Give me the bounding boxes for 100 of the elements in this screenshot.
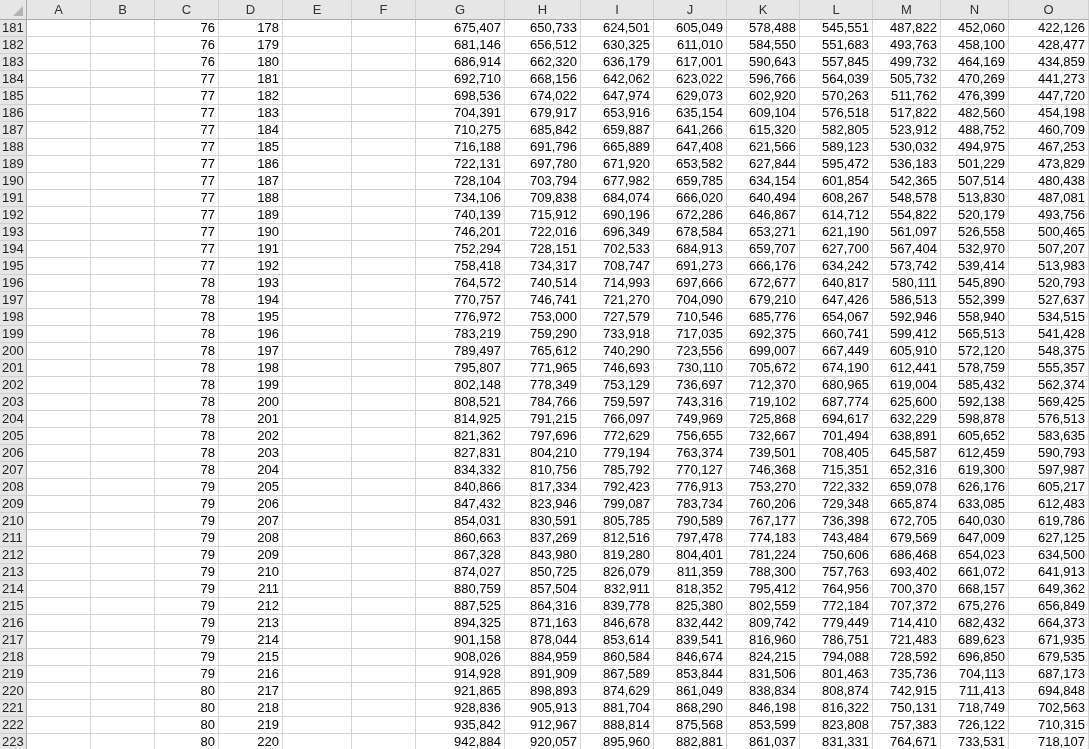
table-cell: 586,513: [873, 292, 941, 309]
table-cell: 861,037: [727, 734, 800, 749]
row-header[interactable]: 204: [0, 411, 27, 428]
row-header[interactable]: 212: [0, 547, 27, 564]
column-header[interactable]: J: [654, 0, 727, 20]
table-cell: 647,974: [581, 88, 654, 105]
row-header[interactable]: 223: [0, 734, 27, 749]
table-cell: 633,085: [941, 496, 1009, 513]
column-header[interactable]: D: [219, 0, 283, 20]
row-header[interactable]: 189: [0, 156, 27, 173]
table-cell: 647,009: [941, 530, 1009, 547]
row-header[interactable]: 205: [0, 428, 27, 445]
row-header[interactable]: 187: [0, 122, 27, 139]
table-cell: 684,074: [581, 190, 654, 207]
column-header[interactable]: C: [155, 0, 219, 20]
row-header[interactable]: 218: [0, 649, 27, 666]
table-cell: 641,266: [654, 122, 727, 139]
table-cell: 656,512: [505, 37, 581, 54]
table-cell: 493,756: [1009, 207, 1089, 224]
table-cell: 647,426: [800, 292, 873, 309]
table-cell: 733,918: [581, 326, 654, 343]
row-header[interactable]: 210: [0, 513, 27, 530]
row-header[interactable]: 190: [0, 173, 27, 190]
empty-cell: [91, 530, 155, 547]
column-header[interactable]: L: [800, 0, 873, 20]
row-header[interactable]: 194: [0, 241, 27, 258]
row-header[interactable]: 195: [0, 258, 27, 275]
row-header[interactable]: 221: [0, 700, 27, 717]
table-cell: 795,807: [416, 360, 505, 377]
row-header[interactable]: 213: [0, 564, 27, 581]
row-header[interactable]: 202: [0, 377, 27, 394]
empty-cell: [283, 360, 352, 377]
table-cell: 874,629: [581, 683, 654, 700]
column-header[interactable]: I: [581, 0, 654, 20]
row-header[interactable]: 191: [0, 190, 27, 207]
column-header[interactable]: H: [505, 0, 581, 20]
row-header[interactable]: 193: [0, 224, 27, 241]
row-header[interactable]: 183: [0, 54, 27, 71]
column-header[interactable]: O: [1009, 0, 1089, 20]
row-header[interactable]: 219: [0, 666, 27, 683]
row-header[interactable]: 184: [0, 71, 27, 88]
table-cell: 647,408: [654, 139, 727, 156]
table-cell: 719,102: [727, 394, 800, 411]
row-header[interactable]: 214: [0, 581, 27, 598]
column-header[interactable]: K: [727, 0, 800, 20]
row-header[interactable]: 198: [0, 309, 27, 326]
table-cell: 920,057: [505, 734, 581, 749]
table-cell: 650,733: [505, 20, 581, 37]
table-cell: 612,441: [873, 360, 941, 377]
table-cell: 460,709: [1009, 122, 1089, 139]
table-cell: 742,915: [873, 683, 941, 700]
column-header[interactable]: G: [416, 0, 505, 20]
table-cell: 635,154: [654, 105, 727, 122]
row-header[interactable]: 200: [0, 343, 27, 360]
row-header[interactable]: 196: [0, 275, 27, 292]
table-cell: 728,151: [505, 241, 581, 258]
row-header[interactable]: 209: [0, 496, 27, 513]
table-cell: 664,373: [1009, 615, 1089, 632]
row-header[interactable]: 192: [0, 207, 27, 224]
column-header[interactable]: E: [283, 0, 352, 20]
column-header[interactable]: M: [873, 0, 941, 20]
table-cell: 534,515: [1009, 309, 1089, 326]
row-header[interactable]: 215: [0, 598, 27, 615]
table-cell: 507,207: [1009, 241, 1089, 258]
row-header[interactable]: 181: [0, 20, 27, 37]
table-cell: 832,911: [581, 581, 654, 598]
column-header[interactable]: N: [941, 0, 1009, 20]
row-header[interactable]: 207: [0, 462, 27, 479]
column-header[interactable]: F: [352, 0, 416, 20]
table-cell: 804,210: [505, 445, 581, 462]
row-header[interactable]: 197: [0, 292, 27, 309]
column-header[interactable]: B: [91, 0, 155, 20]
table-cell: 690,196: [581, 207, 654, 224]
table-cell: 645,587: [873, 445, 941, 462]
table-cell: 760,206: [727, 496, 800, 513]
row-header[interactable]: 220: [0, 683, 27, 700]
row-header[interactable]: 217: [0, 632, 27, 649]
row-header[interactable]: 199: [0, 326, 27, 343]
table-cell: 853,614: [581, 632, 654, 649]
table-cell: 539,414: [941, 258, 1009, 275]
row-header[interactable]: 222: [0, 717, 27, 734]
table-cell: 776,913: [654, 479, 727, 496]
row-header[interactable]: 203: [0, 394, 27, 411]
table-cell: 200: [219, 394, 283, 411]
row-header[interactable]: 211: [0, 530, 27, 547]
column-header[interactable]: A: [27, 0, 91, 20]
row-header[interactable]: 186: [0, 105, 27, 122]
row-header[interactable]: 185: [0, 88, 27, 105]
select-all-corner[interactable]: [0, 0, 27, 20]
table-cell: 704,090: [654, 292, 727, 309]
table-cell: 573,742: [873, 258, 941, 275]
table-cell: 764,956: [800, 581, 873, 598]
row-header[interactable]: 208: [0, 479, 27, 496]
row-header[interactable]: 206: [0, 445, 27, 462]
row-header[interactable]: 216: [0, 615, 27, 632]
table-cell: 665,874: [873, 496, 941, 513]
row-header[interactable]: 182: [0, 37, 27, 54]
row-header[interactable]: 188: [0, 139, 27, 156]
empty-cell: [352, 275, 416, 292]
row-header[interactable]: 201: [0, 360, 27, 377]
